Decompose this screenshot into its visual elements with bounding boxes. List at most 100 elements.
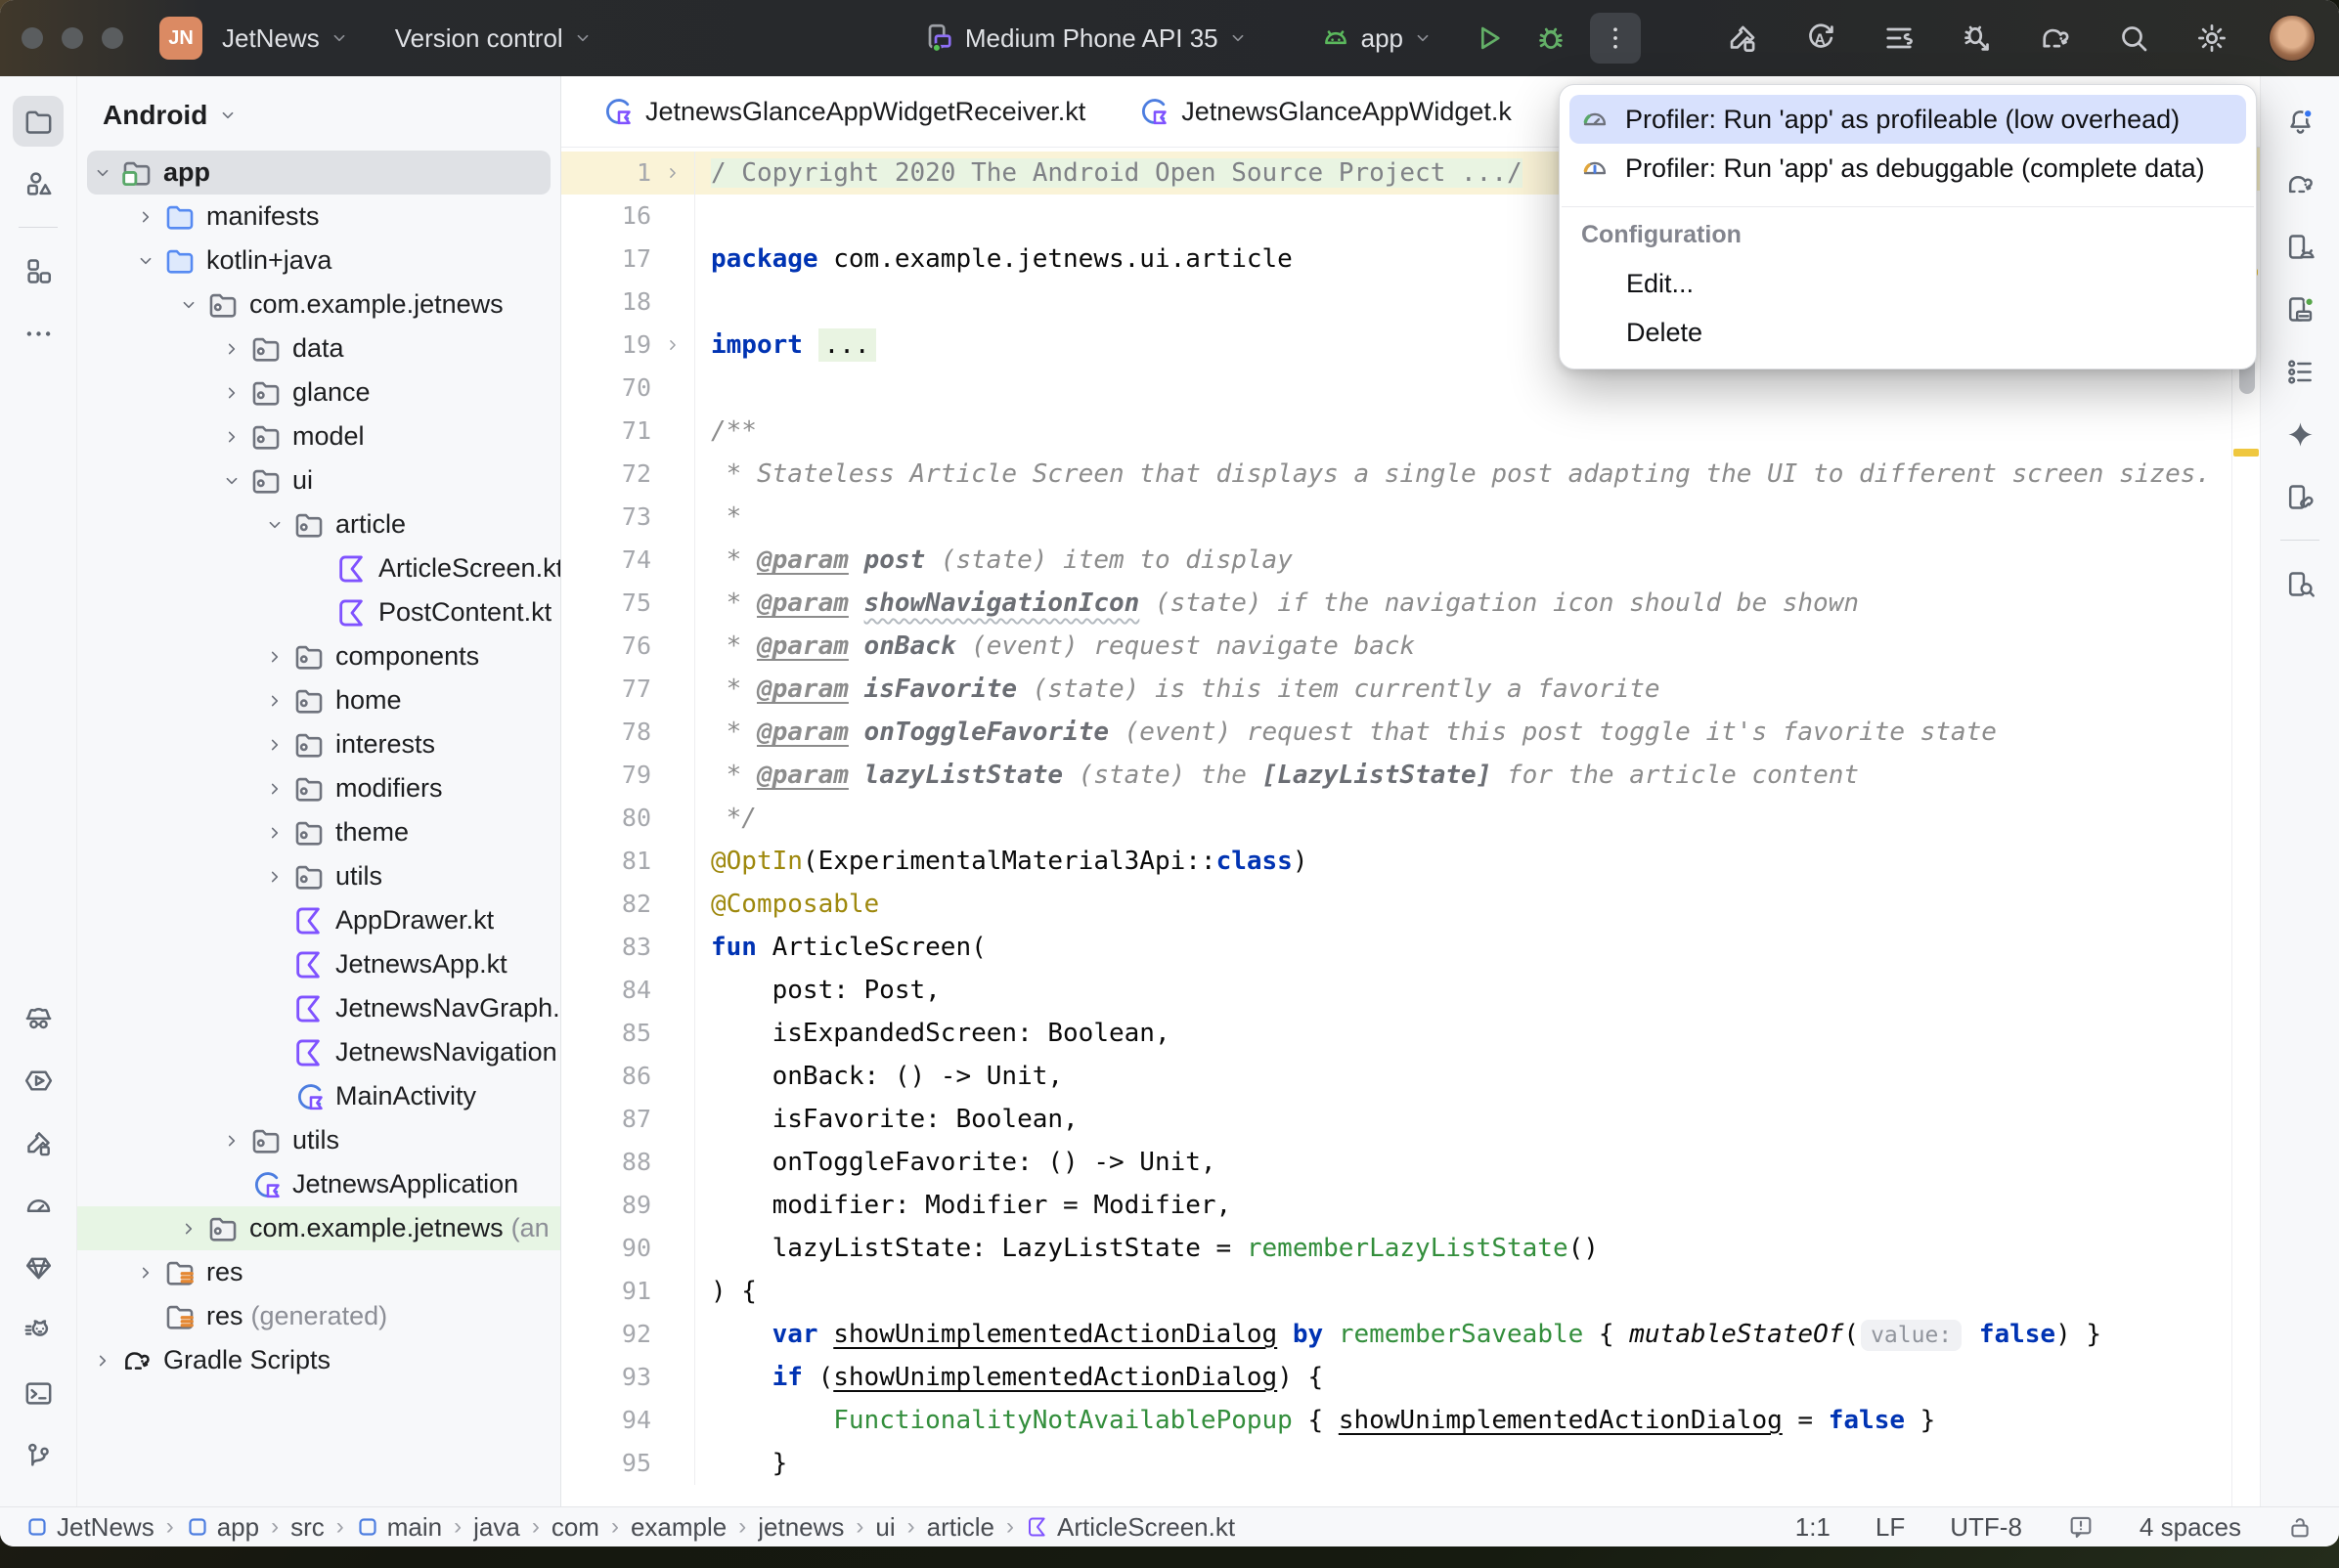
tree-row-utils[interactable]: utils xyxy=(77,1118,560,1162)
tree-row-interests[interactable]: interests xyxy=(77,722,560,766)
breadcrumb-item-ui[interactable]: ui xyxy=(875,1512,895,1543)
tree-toggle-collapsed[interactable] xyxy=(173,1213,204,1244)
structure-boxes-icon[interactable] xyxy=(13,245,64,296)
code-line[interactable]: 88 onToggleFavorite: () -> Unit, xyxy=(561,1141,2232,1184)
traffic-light-minimize[interactable] xyxy=(62,27,83,49)
popup-item-profiler-run-app-as-debugga[interactable]: Profiler: Run 'app' as debuggable (compl… xyxy=(1569,144,2246,193)
tree-row-jetnewsapplication[interactable]: JetnewsApplication xyxy=(77,1162,560,1206)
tree-row-modifiers[interactable]: modifiers xyxy=(77,766,560,810)
code-line[interactable]: 72 * Stateless Article Screen that displ… xyxy=(561,453,2232,496)
unlock-icon[interactable] xyxy=(2286,1513,2314,1541)
tree-row-res[interactable]: res(generated) xyxy=(77,1294,560,1338)
tree-toggle-expanded[interactable] xyxy=(130,245,161,277)
gradle-elephant-icon[interactable] xyxy=(2038,21,2073,56)
gemini-sparkle-icon[interactable] xyxy=(2274,409,2325,459)
project-folder-icon[interactable] xyxy=(13,96,64,147)
tree-row-mainactivity[interactable]: MainActivity xyxy=(77,1074,560,1118)
status-widget-1-1[interactable]: 1:1 xyxy=(1795,1512,1831,1543)
git-branch-icon[interactable] xyxy=(13,1430,64,1481)
code-line[interactable]: 85 isExpandedScreen: Boolean, xyxy=(561,1012,2232,1055)
code-line[interactable]: 76 * @param onBack (event) request navig… xyxy=(561,625,2232,668)
code-line[interactable]: 90 lazyListState: LazyListState = rememb… xyxy=(561,1227,2232,1270)
code-line[interactable]: 93 if (showUnimplementedActionDialog) { xyxy=(561,1356,2232,1399)
tree-row-app[interactable]: app xyxy=(87,151,551,195)
status-widget-lf[interactable]: LF xyxy=(1876,1512,1905,1543)
breadcrumb-item-article[interactable]: article xyxy=(927,1512,994,1543)
code-line[interactable]: 71/** xyxy=(561,410,2232,453)
breadcrumb-item-com[interactable]: com xyxy=(552,1512,599,1543)
notifications-bell-icon[interactable] xyxy=(2274,96,2325,147)
tree-toggle-expanded[interactable] xyxy=(259,509,290,541)
user-avatar[interactable] xyxy=(2269,15,2316,62)
run-button[interactable] xyxy=(1471,21,1506,56)
code-line[interactable]: 81@OptIn(ExperimentalMaterial3Api::class… xyxy=(561,840,2232,883)
fold-toggle-icon[interactable] xyxy=(651,324,694,367)
tree-row-jetnewsapp-kt[interactable]: JetnewsApp.kt xyxy=(77,942,560,986)
gradle-elephant-icon[interactable] xyxy=(2274,158,2325,209)
tree-toggle-collapsed[interactable] xyxy=(87,1345,118,1376)
debug-button[interactable] xyxy=(1533,21,1568,56)
tree-toggle-collapsed[interactable] xyxy=(130,201,161,233)
device-selector[interactable]: Medium Phone API 35 xyxy=(913,15,1257,62)
profiler-gauge-icon[interactable] xyxy=(13,1180,64,1231)
tree-row-com-example-jetnews[interactable]: com.example.jetnews xyxy=(77,283,560,327)
editor-tab-jetnewsglanceappwidgetreceiver-kt[interactable]: JetnewsGlanceAppWidgetReceiver.kt xyxy=(575,76,1111,147)
tree-row-gradle-scripts[interactable]: Gradle Scripts xyxy=(77,1338,560,1382)
breadcrumb-item-jetnews[interactable]: JetNews xyxy=(25,1512,154,1543)
project-view-selector[interactable]: Android xyxy=(77,76,560,151)
tree-row-utils[interactable]: utils xyxy=(77,854,560,898)
breadcrumb-item-java[interactable]: java xyxy=(473,1512,520,1543)
tree-row-postcontent-kt[interactable]: PostContent.kt xyxy=(77,590,560,634)
tree-toggle-collapsed[interactable] xyxy=(259,773,290,805)
code-line[interactable]: 80 */ xyxy=(561,797,2232,840)
code-line[interactable]: 95 } xyxy=(561,1442,2232,1485)
popup-item-profiler-run-app-as-profile[interactable]: Profiler: Run 'app' as profileable (low … xyxy=(1569,95,2246,144)
code-line[interactable]: 94 FunctionalityNotAvailablePopup { show… xyxy=(561,1399,2232,1442)
tree-toggle-collapsed[interactable] xyxy=(216,333,247,365)
tree-row-manifests[interactable]: manifests xyxy=(77,195,560,239)
device-explorer-icon[interactable] xyxy=(2274,558,2325,609)
code-line[interactable]: 79 * @param lazyListState (state) the [L… xyxy=(561,754,2232,797)
traffic-light-zoom[interactable] xyxy=(102,27,123,49)
breadcrumb-item-example[interactable]: example xyxy=(631,1512,727,1543)
traffic-light-close[interactable] xyxy=(22,27,43,49)
project-selector[interactable]: JetNews xyxy=(214,18,358,60)
attach-debugger-icon[interactable] xyxy=(1960,21,1995,56)
incognito-icon[interactable] xyxy=(13,992,64,1043)
device-mirror-icon[interactable] xyxy=(2274,471,2325,522)
tree-toggle-expanded[interactable] xyxy=(216,465,247,497)
code-line[interactable]: 83fun ArticleScreen( xyxy=(561,926,2232,969)
status-widget-utf-8[interactable]: UTF-8 xyxy=(1950,1512,2022,1543)
tree-row-articlescreen-kt[interactable]: ArticleScreen.kt xyxy=(77,546,560,590)
tree-row-kotlin-java[interactable]: kotlin+java xyxy=(77,239,560,283)
code-line[interactable]: 84 post: Post, xyxy=(561,969,2232,1012)
tree-row-res[interactable]: res xyxy=(77,1250,560,1294)
gem-icon[interactable] xyxy=(13,1242,64,1293)
tree-row-ui[interactable]: ui xyxy=(77,458,560,502)
profiler-list-icon[interactable] xyxy=(1881,21,1917,56)
code-line[interactable]: 87 isFavorite: Boolean, xyxy=(561,1098,2232,1141)
search-icon[interactable] xyxy=(2116,21,2151,56)
build-hammer-icon[interactable] xyxy=(13,1117,64,1168)
inspection-bubble-icon[interactable] xyxy=(2067,1513,2095,1541)
running-devices-icon[interactable] xyxy=(2274,283,2325,334)
terminal-icon[interactable] xyxy=(13,1368,64,1418)
code-line[interactable]: 70 xyxy=(561,367,2232,410)
build-hammer-icon[interactable] xyxy=(1725,21,1760,56)
more-run-options-button[interactable] xyxy=(1590,13,1641,64)
tree-toggle-collapsed[interactable] xyxy=(259,729,290,761)
code-line[interactable]: 89 modifier: Modifier = Modifier, xyxy=(561,1184,2232,1227)
breadcrumb-item-app[interactable]: app xyxy=(186,1512,259,1543)
code-line[interactable]: 92 var showUnimplementedActionDialog by … xyxy=(561,1313,2232,1356)
breadcrumb-item-src[interactable]: src xyxy=(290,1512,325,1543)
tree-row-home[interactable]: home xyxy=(77,678,560,722)
logcat-cat-icon[interactable] xyxy=(13,1305,64,1356)
tree-row-jetnewsnavigation[interactable]: JetnewsNavigation xyxy=(77,1030,560,1074)
code-line[interactable]: 78 * @param onToggleFavorite (event) req… xyxy=(561,711,2232,754)
status-widget-4-spaces[interactable]: 4 spaces xyxy=(2140,1512,2241,1543)
tree-row-glance[interactable]: glance xyxy=(77,370,560,414)
tree-toggle-expanded[interactable] xyxy=(87,157,118,189)
code-line[interactable]: 74 * @param post (state) item to display xyxy=(561,539,2232,582)
popup-action-delete[interactable]: Delete xyxy=(1560,308,2256,357)
device-manager-icon[interactable] xyxy=(2274,221,2325,272)
